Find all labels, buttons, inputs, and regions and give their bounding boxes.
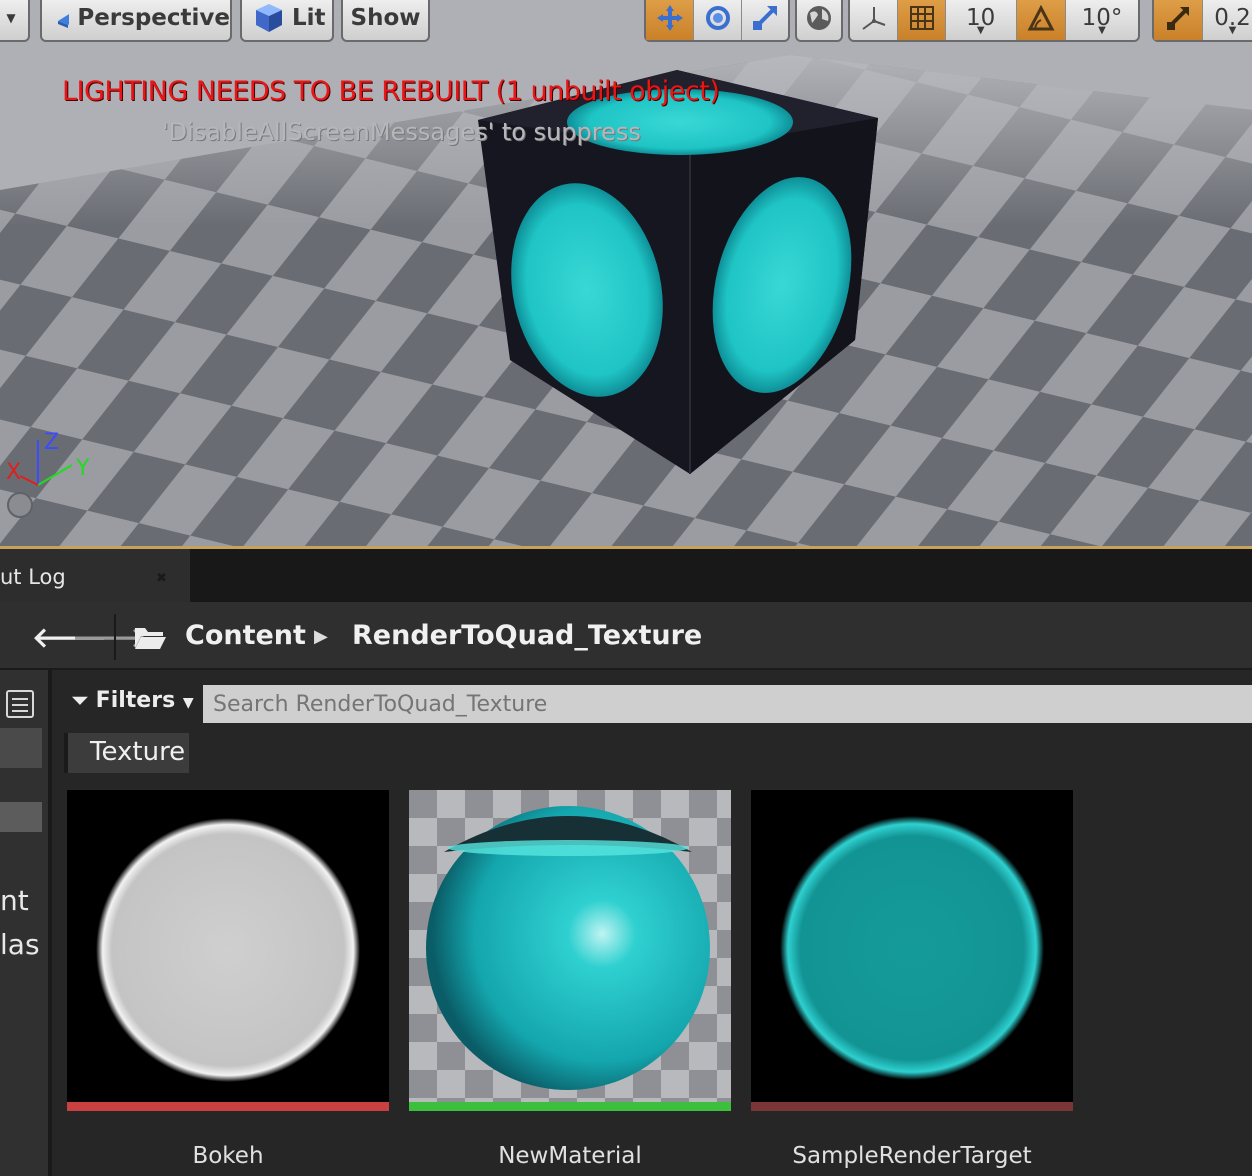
rotation-snap-toggle[interactable] xyxy=(1015,0,1065,40)
sources-toggle-icon[interactable] xyxy=(6,690,34,718)
grid-snap-value[interactable]: 10 ▼ xyxy=(944,0,1016,40)
breadcrumb-folder[interactable]: RenderToQuad_Texture xyxy=(352,620,702,651)
axis-x-label: X xyxy=(6,460,22,485)
lit-cube-icon xyxy=(256,4,282,32)
folder-open-icon[interactable] xyxy=(133,624,167,650)
globe-icon xyxy=(807,6,831,30)
chevron-down-icon: ▼ xyxy=(1228,25,1237,36)
asset-name: SampleRenderTarget xyxy=(792,1143,1032,1169)
panel-tab-bar: ut Log ✖ xyxy=(0,546,1252,602)
chevron-right-icon[interactable]: ▶ xyxy=(314,626,328,647)
asset-type-bar xyxy=(67,1102,389,1111)
asset-thumbnail xyxy=(67,790,389,1102)
render-target-preview xyxy=(751,790,1073,1102)
grid-icon xyxy=(909,6,934,30)
filter-chip-label: Texture xyxy=(90,737,186,767)
filters-button[interactable]: ⏷ Filters ▼ xyxy=(72,688,194,713)
sidebar-partial-text-1: nt xyxy=(0,884,29,917)
rotate-icon xyxy=(705,6,730,30)
tab-output-log-label: ut Log xyxy=(0,565,66,589)
asset-name: Bokeh xyxy=(192,1143,264,1169)
translate-tool-button[interactable] xyxy=(646,0,694,40)
axis-z-label: Z xyxy=(44,430,60,455)
axis-y-label: Y xyxy=(76,456,90,481)
surface-snap-icon xyxy=(862,7,885,30)
close-icon[interactable]: ✖ xyxy=(156,571,167,586)
scale-snap-toggle[interactable] xyxy=(1154,0,1202,40)
search-input[interactable] xyxy=(203,685,1252,723)
perspective-icon xyxy=(58,13,70,28)
sources-selection[interactable] xyxy=(0,728,42,768)
lit-label: Lit xyxy=(292,5,326,31)
tab-output-log[interactable]: ut Log ✖ xyxy=(0,549,190,602)
breadcrumb-content[interactable]: Content xyxy=(185,620,306,651)
show-label: Show xyxy=(350,5,421,31)
scale-icon xyxy=(752,6,777,30)
perspective-label: Perspective xyxy=(77,5,230,31)
lighting-warning: LIGHTING NEEDS TO BE REBUILT (1 unbuilt … xyxy=(62,76,720,107)
show-button[interactable]: Show xyxy=(341,0,430,42)
asset-type-bar xyxy=(751,1102,1073,1111)
filter-chip-texture[interactable]: Texture xyxy=(64,733,189,773)
transform-tools-group xyxy=(644,0,790,42)
lit-button[interactable]: Lit xyxy=(240,0,334,42)
perspective-button[interactable]: Perspective xyxy=(40,0,232,42)
scale-snap-icon xyxy=(1167,7,1189,30)
surface-snap-button[interactable] xyxy=(850,0,897,40)
suppress-hint: 'DisableAllScreenMessages' to suppress xyxy=(162,118,641,146)
scale-snap-value[interactable]: 0.2 ▼ xyxy=(1202,0,1252,40)
rotation-snap-value[interactable]: 10° ▼ xyxy=(1065,0,1138,40)
chevron-down-icon: ▼ xyxy=(976,25,985,36)
funnel-icon: ⏷ xyxy=(72,688,88,712)
rotate-tool-button[interactable] xyxy=(693,0,740,40)
sources-scrollbar[interactable] xyxy=(0,802,42,832)
move-arrows-icon xyxy=(656,5,683,31)
viewport-options-button[interactable]: ▼ xyxy=(0,0,30,42)
scale-tool-button[interactable] xyxy=(740,0,788,40)
scale-snap-group: 0.2 ▼ xyxy=(1152,0,1252,42)
grid-snap-toggle[interactable] xyxy=(897,0,945,40)
chevron-down-icon: ▼ xyxy=(182,695,194,711)
material-sphere-preview xyxy=(409,790,731,1102)
snap-group: 10 ▼ 10° ▼ xyxy=(848,0,1140,42)
chevron-down-icon: ▼ xyxy=(1098,25,1106,36)
world-local-button[interactable] xyxy=(795,0,843,42)
asset-type-bar xyxy=(409,1102,731,1111)
asset-thumbnail xyxy=(751,790,1073,1102)
angle-icon xyxy=(1027,4,1055,31)
asset-thumbnail xyxy=(409,790,731,1102)
level-viewport[interactable]: Z Y X LIGHTING NEEDS TO BE REBUILT (1 un… xyxy=(0,0,1252,546)
bokeh-texture-preview xyxy=(67,790,389,1102)
sources-panel: nt las xyxy=(0,670,52,1176)
chevron-down-icon: ▼ xyxy=(6,11,16,25)
divider xyxy=(114,614,116,660)
asset-name: NewMaterial xyxy=(498,1143,642,1169)
content-path-bar: 🡐 🡒 Content ▶ RenderToQuad_Texture xyxy=(0,602,1252,670)
filters-label: Filters xyxy=(95,688,176,713)
sidebar-partial-text-2: las xyxy=(0,928,40,961)
